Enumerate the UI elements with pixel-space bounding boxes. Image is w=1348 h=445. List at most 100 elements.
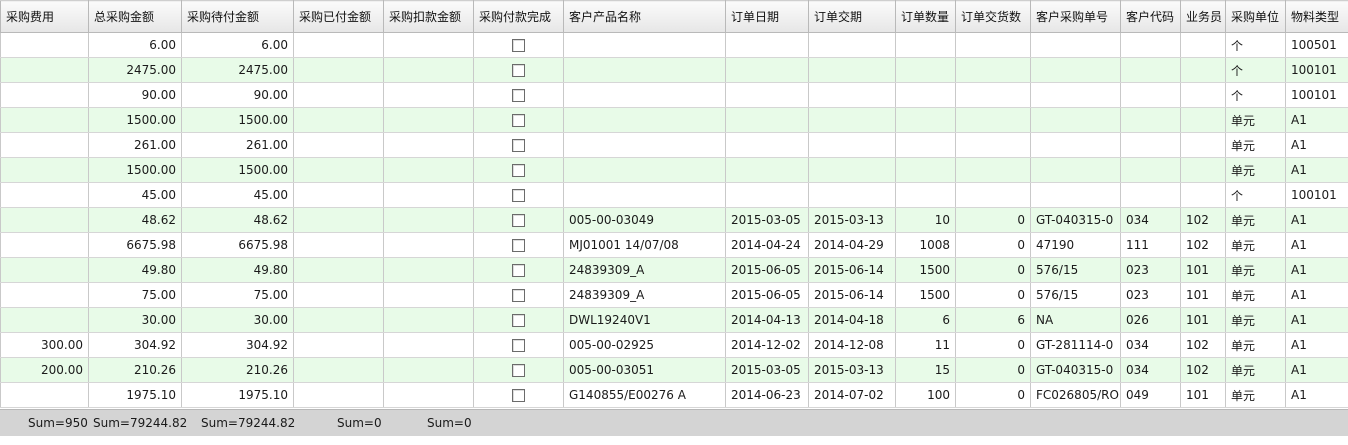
- cell-salesperson[interactable]: [1180, 32, 1226, 58]
- cell-total-amount[interactable]: 304.92: [88, 332, 182, 358]
- cell-delivered-qty[interactable]: 0: [955, 357, 1031, 383]
- cell-fee[interactable]: 200.00: [0, 357, 89, 383]
- cell-total-amount[interactable]: 2475.00: [88, 57, 182, 83]
- cell-payment-complete[interactable]: [473, 332, 564, 358]
- cell-salesperson[interactable]: [1180, 132, 1226, 158]
- cell-deduction-amount[interactable]: [383, 32, 474, 58]
- cell-order-qty[interactable]: [895, 132, 956, 158]
- cell-pending-amount[interactable]: 49.80: [181, 257, 294, 283]
- cell-order-date[interactable]: 2015-06-05: [725, 257, 809, 283]
- cell-total-amount[interactable]: 6675.98: [88, 232, 182, 258]
- cell-pending-amount[interactable]: 210.26: [181, 357, 294, 383]
- cell-payment-complete[interactable]: [473, 307, 564, 333]
- cell-total-amount[interactable]: 210.26: [88, 357, 182, 383]
- payment-complete-checkbox[interactable]: [512, 189, 525, 202]
- cell-customer-code[interactable]: [1120, 107, 1181, 133]
- cell-material-type[interactable]: 100101: [1285, 82, 1348, 108]
- payment-complete-checkbox[interactable]: [512, 289, 525, 302]
- cell-delivered-qty[interactable]: 0: [955, 332, 1031, 358]
- table-row[interactable]: 90.00 90.00 个 100101: [0, 82, 1348, 108]
- cell-payment-complete[interactable]: [473, 157, 564, 183]
- column-header-payment-complete[interactable]: 采购付款完成: [473, 0, 564, 33]
- cell-product-name[interactable]: [563, 32, 726, 58]
- table-row[interactable]: 48.62 48.62 005-00-03049 2015-03-05 2015-03-…: [0, 207, 1348, 233]
- cell-total-amount[interactable]: 45.00: [88, 182, 182, 208]
- cell-due-date[interactable]: [808, 182, 896, 208]
- cell-salesperson[interactable]: [1180, 107, 1226, 133]
- cell-unit[interactable]: 单元: [1225, 157, 1286, 183]
- cell-product-name[interactable]: [563, 157, 726, 183]
- cell-product-name[interactable]: 24839309_A: [563, 282, 726, 308]
- cell-po-number[interactable]: FC026805/ROD: [1030, 382, 1121, 408]
- cell-po-number[interactable]: 576/15: [1030, 282, 1121, 308]
- column-header-deduction-amount[interactable]: 采购扣款金额: [383, 0, 474, 33]
- cell-order-qty[interactable]: [895, 32, 956, 58]
- cell-material-type[interactable]: A1: [1285, 257, 1348, 283]
- column-header-po-number[interactable]: 客户采购单号: [1030, 0, 1121, 33]
- cell-order-qty[interactable]: 15: [895, 357, 956, 383]
- cell-customer-code[interactable]: 023: [1120, 282, 1181, 308]
- cell-fee[interactable]: [0, 107, 89, 133]
- cell-product-name[interactable]: DWL19240V1: [563, 307, 726, 333]
- cell-total-amount[interactable]: 90.00: [88, 82, 182, 108]
- cell-due-date[interactable]: 2015-03-13: [808, 207, 896, 233]
- cell-unit[interactable]: 单元: [1225, 332, 1286, 358]
- cell-fee[interactable]: [0, 82, 89, 108]
- cell-material-type[interactable]: A1: [1285, 357, 1348, 383]
- cell-delivered-qty[interactable]: 0: [955, 282, 1031, 308]
- cell-po-number[interactable]: [1030, 157, 1121, 183]
- table-row[interactable]: 49.80 49.80 24839309_A 2015-06-05 2015-06-14…: [0, 257, 1348, 283]
- cell-unit[interactable]: 个: [1225, 57, 1286, 83]
- cell-paid-amount[interactable]: [293, 332, 384, 358]
- cell-customer-code[interactable]: [1120, 157, 1181, 183]
- payment-complete-checkbox[interactable]: [512, 114, 525, 127]
- cell-unit[interactable]: 单元: [1225, 282, 1286, 308]
- cell-material-type[interactable]: A1: [1285, 132, 1348, 158]
- cell-order-qty[interactable]: 100: [895, 382, 956, 408]
- cell-fee[interactable]: [0, 282, 89, 308]
- cell-salesperson[interactable]: [1180, 57, 1226, 83]
- cell-order-date[interactable]: [725, 182, 809, 208]
- table-row[interactable]: 1500.00 1500.00 单元 A1: [0, 157, 1348, 183]
- cell-paid-amount[interactable]: [293, 382, 384, 408]
- cell-payment-complete[interactable]: [473, 257, 564, 283]
- cell-unit[interactable]: 单元: [1225, 257, 1286, 283]
- cell-order-date[interactable]: 2014-06-23: [725, 382, 809, 408]
- cell-po-number[interactable]: [1030, 182, 1121, 208]
- cell-order-date[interactable]: 2015-06-05: [725, 282, 809, 308]
- cell-unit[interactable]: 个: [1225, 182, 1286, 208]
- cell-fee[interactable]: [0, 207, 89, 233]
- payment-complete-checkbox[interactable]: [512, 139, 525, 152]
- cell-due-date[interactable]: 2014-07-02: [808, 382, 896, 408]
- table-row[interactable]: 6.00 6.00 个 100501: [0, 32, 1348, 58]
- cell-due-date[interactable]: [808, 57, 896, 83]
- cell-fee[interactable]: [0, 132, 89, 158]
- cell-fee[interactable]: [0, 32, 89, 58]
- cell-due-date[interactable]: [808, 32, 896, 58]
- cell-salesperson[interactable]: 102: [1180, 232, 1226, 258]
- cell-customer-code[interactable]: 034: [1120, 357, 1181, 383]
- cell-deduction-amount[interactable]: [383, 307, 474, 333]
- cell-po-number[interactable]: [1030, 132, 1121, 158]
- cell-pending-amount[interactable]: 6.00: [181, 32, 294, 58]
- cell-delivered-qty[interactable]: [955, 82, 1031, 108]
- column-header-salesperson[interactable]: 业务员: [1180, 0, 1226, 33]
- payment-complete-checkbox[interactable]: [512, 64, 525, 77]
- column-header-delivered-qty[interactable]: 订单交货数: [955, 0, 1031, 33]
- cell-paid-amount[interactable]: [293, 32, 384, 58]
- cell-delivered-qty[interactable]: [955, 132, 1031, 158]
- cell-fee[interactable]: [0, 232, 89, 258]
- cell-paid-amount[interactable]: [293, 282, 384, 308]
- cell-order-qty[interactable]: 10: [895, 207, 956, 233]
- cell-total-amount[interactable]: 48.62: [88, 207, 182, 233]
- cell-unit[interactable]: 单元: [1225, 232, 1286, 258]
- cell-order-qty[interactable]: 1500: [895, 257, 956, 283]
- cell-material-type[interactable]: A1: [1285, 282, 1348, 308]
- cell-total-amount[interactable]: 6.00: [88, 32, 182, 58]
- cell-product-name[interactable]: [563, 132, 726, 158]
- cell-product-name[interactable]: 005-00-03051: [563, 357, 726, 383]
- cell-product-name[interactable]: G140855/E00276 A: [563, 382, 726, 408]
- column-header-unit[interactable]: 采购单位: [1225, 0, 1286, 33]
- cell-order-qty[interactable]: [895, 107, 956, 133]
- cell-salesperson[interactable]: 102: [1180, 207, 1226, 233]
